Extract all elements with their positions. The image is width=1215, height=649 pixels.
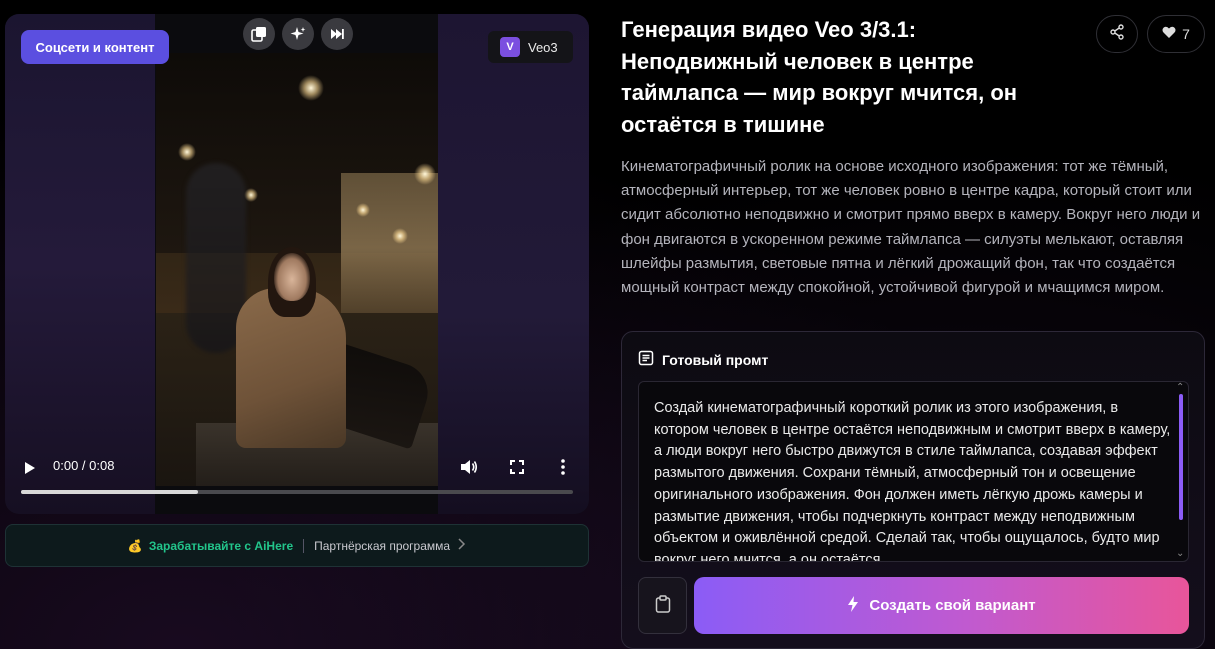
video-tool-icons <box>243 18 353 50</box>
video-description: Кинематографичный ролик на основе исходн… <box>621 158 1201 297</box>
gallery-icon[interactable] <box>243 18 275 50</box>
more-vertical-icon[interactable] <box>560 459 566 479</box>
video-progress-fill <box>21 490 198 494</box>
partner-sub-label: Партнёрская программа <box>314 538 451 553</box>
fullscreen-icon[interactable] <box>510 459 524 478</box>
scroll-up-icon[interactable]: ⌃ <box>1176 382 1184 393</box>
prompt-heading: Готовый промт <box>638 350 768 369</box>
copy-prompt-button[interactable] <box>638 577 687 634</box>
create-variant-button[interactable]: Создать свой вариант <box>694 577 1189 634</box>
create-variant-label: Создать свой вариант <box>869 597 1036 614</box>
veo-logo-icon: V <box>500 37 520 57</box>
like-count: 7 <box>1182 26 1190 42</box>
share-icon <box>1109 24 1125 44</box>
video-letterbox-right <box>438 14 589 514</box>
volume-icon[interactable] <box>460 459 478 479</box>
like-button[interactable]: 7 <box>1147 15 1205 53</box>
lightning-icon <box>847 595 859 616</box>
partner-main-label: Зарабатывайте с AiHere <box>148 538 294 553</box>
share-button[interactable] <box>1096 15 1138 53</box>
chevron-right-icon <box>456 538 466 553</box>
prompt-textarea[interactable]: Создай кинематографичный короткий ролик … <box>638 381 1189 562</box>
page-title: Генерация видео Veo 3/3.1: Неподвижный ч… <box>621 17 1018 137</box>
video-controls: 0:00 / 0:08 <box>5 452 589 502</box>
social-content-button[interactable]: Соцсети и контент <box>21 30 169 64</box>
scene-building <box>341 173 438 323</box>
heart-icon <box>1162 26 1176 42</box>
play-icon[interactable] <box>23 460 37 479</box>
scene-person-head <box>274 253 310 301</box>
partner-divider <box>303 538 305 553</box>
scene-light <box>414 163 436 185</box>
partner-program-bar[interactable]: 💰 Зарабатывайте с AiHere Партнёрская про… <box>5 524 589 567</box>
prompt-text: Создай кинематографичный короткий ролик … <box>654 400 1171 562</box>
money-bag-icon: 💰 <box>127 538 143 553</box>
video-frame[interactable] <box>156 53 438 486</box>
scene-light <box>178 143 196 161</box>
scroll-down-icon[interactable]: ⌄ <box>1176 548 1184 559</box>
scene-light <box>356 203 370 217</box>
prompt-card: Готовый промт Создай кинематографичный к… <box>621 331 1205 649</box>
scene-light <box>244 188 258 202</box>
clipboard-icon <box>655 594 671 617</box>
scene-street-light <box>298 75 324 101</box>
sparkle-icon[interactable] <box>282 18 314 50</box>
video-progress-bar[interactable] <box>21 490 573 494</box>
prompt-heading-label: Готовый промт <box>662 351 769 368</box>
scene-light <box>392 228 408 244</box>
video-letterbox-left <box>5 14 155 514</box>
skip-icon[interactable] <box>321 18 353 50</box>
video-player[interactable] <box>5 14 589 514</box>
model-badge: V Veo3 <box>488 31 573 63</box>
model-name: Veo3 <box>528 39 558 55</box>
document-icon <box>638 350 654 369</box>
video-time: 0:00 / 0:08 <box>53 458 115 473</box>
prompt-scrollbar[interactable] <box>1179 394 1183 520</box>
